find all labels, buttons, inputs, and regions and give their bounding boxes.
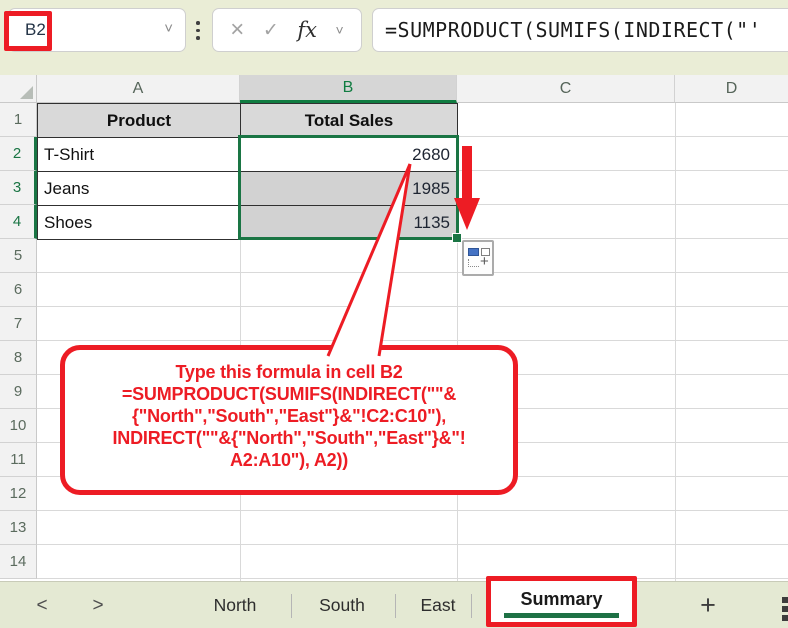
- row-header-6[interactable]: 6: [0, 273, 37, 307]
- sheet-tab-bar: < > North South East +: [0, 581, 788, 628]
- sheet-tab-summary[interactable]: Summary: [491, 582, 632, 616]
- red-arrow-annotation: [462, 146, 472, 200]
- row-header-7[interactable]: 7: [0, 307, 37, 341]
- sheet-tab-east[interactable]: East: [400, 582, 476, 628]
- fx-chevron-icon[interactable]: ˅: [336, 23, 344, 37]
- callout-line-1: Type this formula in cell B2: [65, 361, 513, 383]
- callout-line-2: =SUMPRODUCT(SUMIFS(INDIRECT(""&: [65, 383, 513, 405]
- cell-a3[interactable]: Jeans: [37, 171, 241, 206]
- row-header-4[interactable]: 4: [0, 205, 37, 239]
- add-sheet-button[interactable]: +: [689, 582, 727, 628]
- prev-sheet-icon[interactable]: <: [30, 582, 54, 628]
- row-header-5[interactable]: 5: [0, 239, 37, 273]
- insert-function-icon[interactable]: fx: [297, 20, 317, 41]
- active-tab-underline: [504, 613, 619, 618]
- tab-divider: [471, 594, 472, 618]
- autofill-icon-blue-cell: [468, 248, 479, 256]
- formula-callout: Type this formula in cell B2 =SUMPRODUCT…: [60, 345, 518, 495]
- sheet-tab-north[interactable]: North: [183, 582, 287, 628]
- formula-text[interactable]: =SUMPRODUCT(SUMIFS(INDIRECT("': [385, 9, 761, 51]
- row-header-11[interactable]: 11: [0, 443, 37, 477]
- red-highlight-summary-tab: Summary: [486, 576, 637, 627]
- row-header-14[interactable]: 14: [0, 545, 37, 579]
- select-all-icon: [20, 86, 33, 99]
- tab-divider: [291, 594, 292, 618]
- row-header-10[interactable]: 10: [0, 409, 37, 443]
- cell-a1[interactable]: Product: [37, 103, 241, 138]
- name-box-chevron-icon[interactable]: ˅: [164, 9, 173, 49]
- autofill-options-button[interactable]: +: [462, 240, 494, 276]
- formula-button-group: × ✓ fx ˅: [212, 8, 362, 52]
- row-header-8[interactable]: 8: [0, 341, 37, 375]
- sheet-tab-south[interactable]: South: [293, 582, 391, 628]
- row-header-12[interactable]: 12: [0, 477, 37, 511]
- fill-handle[interactable]: [452, 233, 462, 243]
- excel-window: B 2 ˅ × ✓ fx ˅ =SUMPRODUCT(SUMIFS(INDIREC…: [0, 0, 788, 628]
- red-arrow-head: [454, 198, 480, 230]
- row-header-9[interactable]: 9: [0, 375, 37, 409]
- formula-toolbar: B2 ˅ × ✓ fx ˅ =SUMPRODUCT(SUMIFS(INDIREC…: [0, 0, 788, 75]
- enter-icon[interactable]: ✓: [263, 21, 279, 40]
- select-all-button[interactable]: [0, 75, 37, 103]
- red-highlight-name-box: [4, 11, 52, 51]
- row-header-1[interactable]: 1: [0, 103, 37, 137]
- cell-a2[interactable]: T-Shirt: [37, 137, 241, 172]
- cancel-icon[interactable]: ×: [230, 18, 244, 42]
- toolbar-separator-dots-icon: [196, 21, 200, 40]
- callout-line-3: {"North","South","East"}&"!C2:C10"),: [65, 405, 513, 427]
- cell-a4[interactable]: Shoes: [37, 205, 241, 240]
- autofill-icon-dotted-cell: [468, 259, 479, 267]
- sheet-list-menu-icon[interactable]: [782, 597, 788, 621]
- column-header-d[interactable]: D: [675, 75, 788, 103]
- tab-divider: [395, 594, 396, 618]
- callout-tail: [322, 160, 422, 358]
- next-sheet-icon[interactable]: >: [86, 582, 110, 628]
- column-header-c[interactable]: C: [457, 75, 675, 103]
- formula-bar[interactable]: =SUMPRODUCT(SUMIFS(INDIRECT("': [372, 8, 788, 52]
- row-header-3[interactable]: 3: [0, 171, 37, 205]
- callout-line-4: INDIRECT(""&{"North","South","East"}&"!: [65, 427, 513, 449]
- row-header-13[interactable]: 13: [0, 511, 37, 545]
- autofill-icon-plus: +: [480, 253, 489, 270]
- callout-line-5: A2:A10"), A2)): [65, 449, 513, 471]
- cell-b1[interactable]: Total Sales: [240, 103, 458, 138]
- column-header-b[interactable]: B: [240, 75, 457, 103]
- row-header-2[interactable]: 2: [0, 137, 37, 171]
- column-header-a[interactable]: A: [37, 75, 240, 103]
